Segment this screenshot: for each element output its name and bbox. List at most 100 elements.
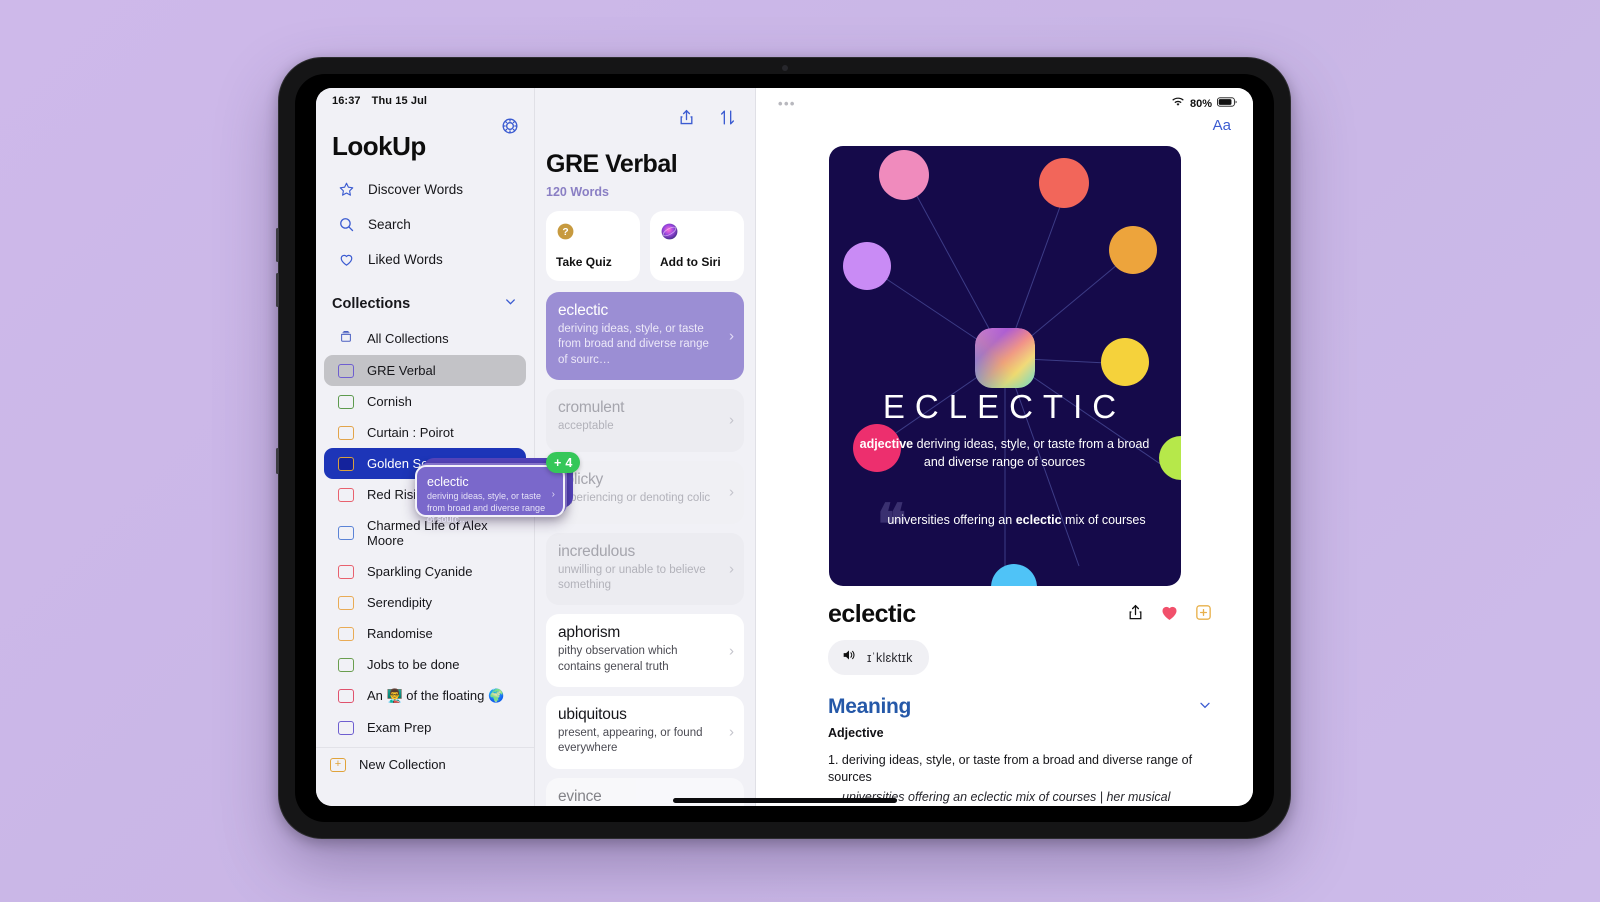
collection-item-curtain-poirot[interactable]: Curtain : Poirot <box>324 417 526 448</box>
word-definition: present, appearing, or found everywhere <box>558 726 703 755</box>
word-title: ubiquitous <box>558 705 627 723</box>
siri-icon <box>660 222 734 246</box>
chevron-right-icon: › <box>729 723 734 741</box>
more-dots-icon[interactable]: ••• <box>778 96 796 111</box>
hero-example-bold: eclectic <box>1015 513 1062 527</box>
word-title: cromulent <box>558 398 625 416</box>
collection-item-all[interactable]: All Collections <box>324 321 526 355</box>
meaning-part-of-speech: Adjective <box>828 726 884 740</box>
collection-label: An 👨‍🏫 of the floating 🌍 <box>367 688 505 703</box>
sense-number: 1. <box>828 753 839 767</box>
word-title: aphorism <box>558 624 621 642</box>
take-quiz-button[interactable]: ? Take Quiz <box>546 211 640 281</box>
volume-up-button[interactable] <box>276 228 279 262</box>
text-size-button[interactable]: Aa <box>756 111 1253 134</box>
chevron-down-icon[interactable] <box>1197 697 1213 718</box>
hero-definition-text: deriving ideas, style, or taste from a b… <box>913 437 1150 469</box>
drag-definition: deriving ideas, style, or taste from bro… <box>427 491 546 525</box>
chevron-right-icon: › <box>729 560 734 578</box>
speaker-icon <box>841 647 857 668</box>
collections-section-header[interactable]: Collections <box>316 277 534 321</box>
collection-label: All Collections <box>367 330 449 346</box>
collection-swatch <box>338 720 354 735</box>
new-collection-button[interactable]: + New Collection <box>316 747 534 781</box>
node-yellow <box>1100 338 1149 386</box>
collections-label: Collections <box>332 295 411 312</box>
status-date: Thu 15 Jul <box>371 95 428 107</box>
chevron-right-icon: › <box>729 642 734 660</box>
word-card-aphorism[interactable]: aphorism pithy observation which contain… <box>546 614 744 687</box>
like-button[interactable] <box>1159 602 1180 628</box>
sidebar-item-label: Liked Words <box>368 252 443 267</box>
detail-pane: ••• 80% Aa ECLECTIC adjective deriving i… <box>756 88 1253 806</box>
node-red <box>1038 158 1089 208</box>
share-icon[interactable] <box>677 108 696 132</box>
collection-label: Curtain : Poirot <box>367 425 454 440</box>
gear-icon[interactable] <box>500 116 520 136</box>
collection-item-an-of-the-floating[interactable]: An 👨‍🏫 of the floating 🌍 <box>324 680 526 712</box>
word-card-incredulous[interactable]: incredulous unwilling or unable to belie… <box>546 532 744 606</box>
meaning-section-header[interactable]: Meaning <box>756 675 1253 719</box>
drag-word: eclectic <box>427 475 469 489</box>
sidebar: 16:37 Thu 15 Jul LookUp Discover Words S… <box>316 88 535 806</box>
sidebar-item-discover-words[interactable]: Discover Words <box>316 172 534 207</box>
word-count: 120 Words <box>546 185 609 199</box>
status-bar-left: 16:37 Thu 15 Jul <box>316 88 534 107</box>
word-definition: acceptable <box>558 419 614 432</box>
collection-item-serendipity[interactable]: Serendipity <box>324 587 526 618</box>
word-card-cromulent[interactable]: cromulent acceptable › <box>546 388 744 452</box>
chevron-right-icon: › <box>551 489 555 500</box>
collection-swatch <box>338 487 354 502</box>
collection-item-sparkling-cyanide[interactable]: Sparkling Cyanide <box>324 556 526 587</box>
node-purple <box>842 242 891 290</box>
status-time: 16:37 <box>332 95 361 107</box>
sort-arrows-icon[interactable] <box>718 108 737 132</box>
sense-text: deriving ideas, style, or taste from a b… <box>828 753 1193 784</box>
pronunciation-text: ɪˈklɛktɪk <box>867 650 913 665</box>
node-pink <box>878 150 929 200</box>
folder-icon <box>338 329 354 347</box>
volume-down-button[interactable] <box>276 273 279 307</box>
drag-count-badge: + 4 <box>546 452 581 473</box>
heart-icon <box>338 251 355 268</box>
word-definition: experiencing or denoting colic <box>558 491 711 504</box>
collection-label: Randomise <box>367 626 433 641</box>
meaning-title: Meaning <box>828 695 912 718</box>
word-card-eclectic[interactable]: eclectic deriving ideas, style, or taste… <box>546 292 744 380</box>
collection-label: Sparkling Cyanide <box>367 564 473 579</box>
ipad-screen: 16:37 Thu 15 Jul LookUp Discover Words S… <box>316 88 1253 806</box>
share-button[interactable] <box>1126 603 1145 627</box>
collection-item-jobs-to-be-done[interactable]: Jobs to be done <box>324 649 526 680</box>
pronunciation-button[interactable]: ɪˈklɛktɪk <box>828 640 929 675</box>
add-to-siri-button[interactable]: Add to Siri <box>650 211 744 281</box>
power-button[interactable] <box>276 448 279 474</box>
word-definition: deriving ideas, style, or taste from bro… <box>558 323 709 366</box>
chevron-right-icon: › <box>729 327 734 345</box>
collection-item-exam-prep[interactable]: Exam Prep <box>324 712 526 743</box>
chevron-down-icon[interactable] <box>503 294 518 313</box>
svg-text:?: ? <box>562 227 568 238</box>
collection-item-randomise[interactable]: Randomise <box>324 618 526 649</box>
word-title: incredulous <box>558 542 636 560</box>
collection-item-cornish[interactable]: Cornish <box>324 386 526 417</box>
collection-item-gre-verbal[interactable]: GRE Verbal <box>324 355 526 386</box>
word-definition: pithy observation which contains general… <box>558 645 678 673</box>
sidebar-item-search[interactable]: Search <box>316 207 534 242</box>
detail-actions <box>1126 602 1213 628</box>
collection-label: GRE Verbal <box>367 363 436 378</box>
hero-center-gradient <box>974 328 1035 388</box>
search-icon <box>338 216 355 233</box>
collection-swatch <box>338 363 354 378</box>
hero-example-suffix: mix of courses <box>1061 513 1146 527</box>
word-card-ubiquitous[interactable]: ubiquitous present, appearing, or found … <box>546 695 744 769</box>
status-bar-right: ••• 80% <box>756 88 1253 111</box>
word-title: colicky <box>558 470 604 488</box>
status-indicators: 80% <box>1171 97 1237 111</box>
question-mark-icon: ? <box>556 222 630 246</box>
drag-card-front: eclectic deriving ideas, style, or taste… <box>415 465 565 524</box>
battery-icon <box>1217 97 1237 110</box>
add-collection-button[interactable] <box>1194 603 1213 627</box>
star-icon <box>338 181 355 198</box>
sidebar-item-liked-words[interactable]: Liked Words <box>316 242 534 277</box>
home-indicator[interactable] <box>672 798 897 803</box>
